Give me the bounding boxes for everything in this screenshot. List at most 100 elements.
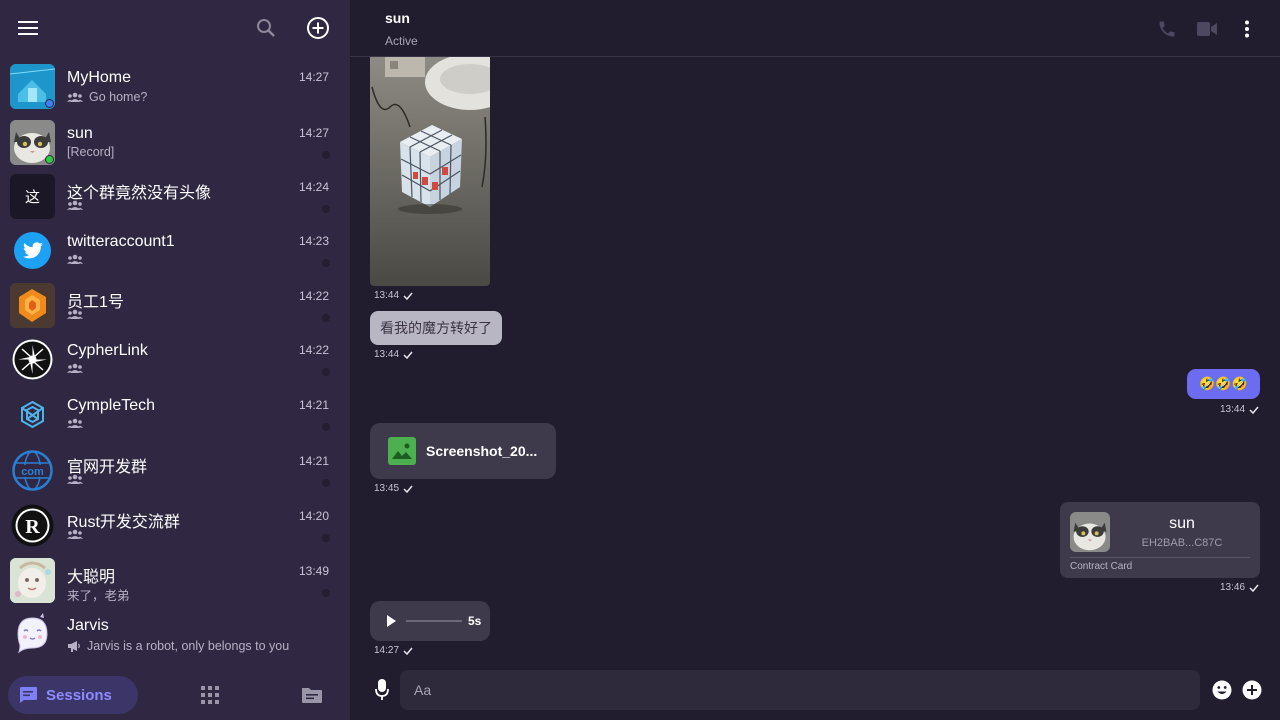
more-vertical-icon[interactable]: [1236, 18, 1258, 40]
session-subtitle: [67, 254, 83, 264]
emoji-message-bubble[interactable]: 🤣🤣🤣: [1187, 369, 1260, 399]
chat-panel: 13:44 看我的魔方转好了 13:44 🤣🤣🤣 13:44 Screensho…: [350, 0, 1280, 720]
session-item[interactable]: sun 14:27 [Record]: [0, 115, 350, 170]
image-file-icon: [388, 437, 416, 465]
contact-name: sun: [1169, 515, 1195, 532]
session-time: 14:21: [298, 398, 329, 412]
message-input[interactable]: [400, 670, 1200, 710]
session-item[interactable]: CympleTech 14:21: [0, 387, 350, 442]
unread-dot: [322, 589, 330, 597]
session-subtitle: [67, 363, 83, 373]
avatar-letter: 这: [24, 189, 40, 206]
group-icon: [67, 200, 83, 210]
menu-icon[interactable]: [14, 14, 42, 42]
sessions-tab-label: Sessions: [46, 686, 112, 704]
session-subtitle: [67, 309, 83, 319]
session-item[interactable]: 员工1号 14:22: [0, 278, 350, 333]
status-dot: [45, 155, 54, 164]
phone-icon[interactable]: [1156, 18, 1178, 40]
attach-plus-icon[interactable]: [1241, 679, 1263, 701]
session-time: 14:23: [298, 234, 329, 248]
cypherlink-logo-icon: [10, 337, 55, 382]
check-icon: [1249, 406, 1259, 414]
voice-duration: 5s: [468, 614, 482, 628]
timestamp-text: 13:44: [1220, 404, 1246, 415]
video-camera-icon[interactable]: [1196, 18, 1218, 40]
session-title: Jarvis: [67, 617, 109, 634]
session-time: 14:21: [298, 454, 329, 468]
contact-id: EH2BAB...C87C: [1141, 537, 1223, 549]
text-message-bubble[interactable]: 看我的魔方转好了: [370, 311, 502, 345]
session-subtitle: [67, 529, 83, 539]
avatar: [1070, 512, 1110, 552]
session-time: 14:22: [298, 289, 329, 303]
session-title: Rust开发交流群: [67, 514, 180, 531]
session-subtitle: [67, 474, 83, 484]
session-item[interactable]: twitteraccount1 14:23: [0, 223, 350, 278]
group-icon: [67, 418, 83, 428]
message-timestamp: 13:44: [374, 349, 413, 360]
session-title: twitteraccount1: [67, 233, 175, 250]
search-icon[interactable]: [252, 14, 280, 42]
session-subtitle-text: [Record]: [67, 145, 115, 159]
avatar-letter: com: [21, 466, 44, 478]
session-time: 14:27: [298, 126, 329, 140]
rust-logo-icon: R: [10, 503, 55, 548]
cympletech-logo-icon: [10, 392, 55, 437]
check-icon: [1249, 584, 1259, 592]
sidebar: MyHome 14:27 Go home? sun 14:27 [Record]: [0, 0, 350, 720]
group-icon: [67, 363, 83, 373]
session-subtitle: Go home?: [67, 90, 147, 104]
session-title: CympleTech: [67, 397, 156, 414]
chat-title[interactable]: sun: [385, 10, 410, 26]
file-message[interactable]: Screenshot_20...: [370, 423, 556, 479]
avatar: [10, 558, 55, 603]
voice-progress-track[interactable]: [406, 620, 462, 622]
folder-icon[interactable]: [300, 683, 324, 707]
session-item[interactable]: 这 这个群竟然没有头像 14:24: [0, 169, 350, 224]
message-text: 🤣🤣🤣: [1199, 376, 1248, 391]
unread-dot: [322, 423, 330, 431]
timestamp-text: 13:44: [374, 349, 400, 360]
session-subtitle: 来了，老弟: [67, 585, 130, 604]
megaphone-icon: [68, 641, 80, 652]
session-subtitle-text: Jarvis is a robot, only belongs to you: [87, 639, 290, 653]
image-message[interactable]: [370, 57, 490, 286]
contact-card-message[interactable]: sun EH2BAB...C87C Contract Card: [1060, 502, 1260, 578]
session-time: 13:49: [298, 564, 329, 578]
play-icon[interactable]: [384, 613, 398, 629]
session-subtitle: [Record]: [67, 145, 114, 159]
session-title: MyHome: [67, 69, 132, 86]
chat-header: sun Active: [350, 0, 1280, 57]
session-item[interactable]: CypherLink 14:22: [0, 332, 350, 387]
message-timestamp: 13:45: [374, 483, 413, 494]
emoji-icon[interactable]: [1211, 679, 1233, 701]
session-item[interactable]: com 官网开发群 14:21: [0, 443, 350, 498]
message-timestamp: 14:27: [374, 645, 413, 656]
session-item[interactable]: MyHome 14:27 Go home?: [0, 59, 350, 114]
session-subtitle-text: 来了，老弟: [67, 589, 130, 603]
globe-com-icon: com: [10, 448, 55, 493]
session-title: sun: [67, 125, 93, 142]
unread-dot: [322, 151, 330, 159]
session-item[interactable]: R Rust开发交流群 14:20: [0, 498, 350, 553]
twitter-icon: [14, 232, 51, 269]
apps-grid-icon[interactable]: [198, 683, 222, 707]
session-time: 14:24: [298, 180, 329, 194]
contact-card-label: Contract Card: [1070, 561, 1133, 572]
session-subtitle: Jarvis is a robot, only belongs to you: [67, 639, 289, 653]
group-icon: [67, 254, 83, 264]
avatar: 这: [10, 174, 55, 219]
sidebar-toolbar: [0, 0, 350, 56]
sessions-tab[interactable]: Sessions: [8, 676, 138, 714]
add-circle-icon[interactable]: [304, 14, 332, 42]
timestamp-text: 14:27: [374, 645, 400, 656]
avatar-letter: R: [25, 516, 40, 538]
session-item[interactable]: Jarvis Jarvis is a robot, only belongs t…: [0, 607, 350, 662]
microphone-icon[interactable]: [370, 678, 394, 702]
group-icon: [67, 92, 83, 102]
check-icon: [403, 351, 413, 359]
group-icon: [67, 474, 83, 484]
voice-message[interactable]: 5s: [370, 601, 490, 641]
session-item[interactable]: 大聪明 13:49 来了，老弟: [0, 553, 350, 608]
